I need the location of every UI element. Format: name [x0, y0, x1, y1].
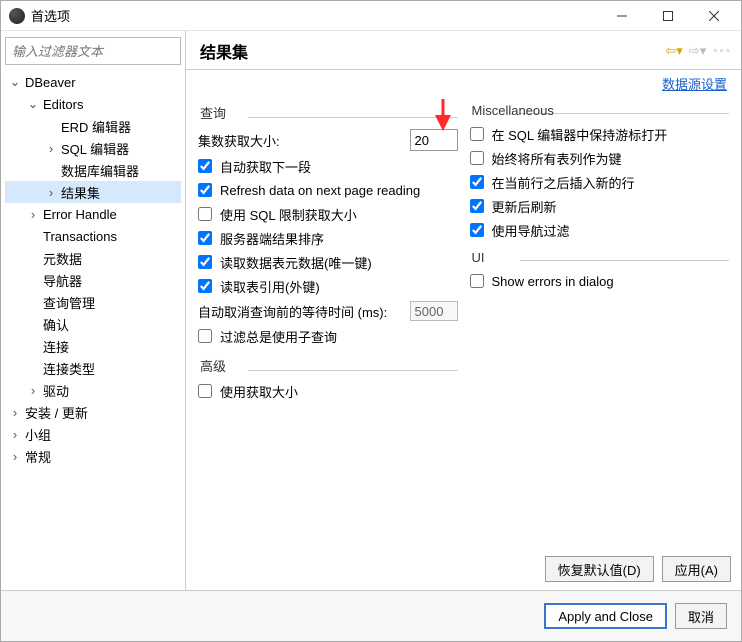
tree-item-dbeaver[interactable]: ⌄DBeaver: [5, 71, 181, 93]
server-side-sort-label: 服务器端结果排序: [220, 229, 324, 248]
tree-item-driver[interactable]: ›驱动: [5, 379, 181, 401]
use-nav-filter-checkbox[interactable]: [470, 223, 484, 237]
cancel-wait-label: 自动取消查询前的等待时间 (ms):: [198, 302, 410, 321]
all-rows-key-checkbox[interactable]: [470, 151, 484, 165]
insert-after-checkbox[interactable]: [470, 175, 484, 189]
chevron-down-icon: ⌄: [9, 76, 21, 88]
filter-subquery-checkbox[interactable]: [198, 329, 212, 343]
chevron-right-icon: ›: [27, 208, 39, 220]
chevron-right-icon: ›: [9, 428, 21, 440]
tree-item-metadata[interactable]: 元数据: [5, 247, 181, 269]
show-errors-dialog-checkbox[interactable]: [470, 274, 484, 288]
tree-item-install[interactable]: ›安装 / 更新: [5, 401, 181, 423]
tree-item-errorhandle[interactable]: ›Error Handle: [5, 203, 181, 225]
use-sql-limit-checkbox[interactable]: [198, 207, 212, 221]
refresh-next-page-label: Refresh data on next page reading: [220, 183, 420, 198]
use-nav-filter-label: 使用导航过滤: [492, 221, 570, 240]
read-table-meta-label: 读取数据表元数据(唯一键): [220, 253, 372, 272]
refresh-next-page-checkbox[interactable]: [198, 183, 212, 197]
group-misc: Miscellaneous 在 SQL 编辑器中保持游标打开 始终将所有表列作为…: [470, 103, 730, 242]
tree-item-group[interactable]: ›小组: [5, 423, 181, 445]
tree-item-resultset[interactable]: ›结果集: [5, 181, 181, 203]
auto-fetch-next-label: 自动获取下一段: [220, 157, 311, 176]
cancel-button[interactable]: 取消: [675, 603, 727, 629]
chevron-right-icon: ›: [27, 384, 39, 396]
group-title-query: 查询: [200, 103, 458, 122]
forward-icon[interactable]: ⇨▾: [689, 43, 706, 59]
tree-item-sql[interactable]: ›SQL 编辑器: [5, 137, 181, 159]
server-side-sort-checkbox[interactable]: [198, 231, 212, 245]
tree-item-confirm[interactable]: 确认: [5, 313, 181, 335]
menu-dots-icon[interactable]: ∘∘∘: [712, 46, 731, 57]
group-title-misc: Miscellaneous: [472, 103, 730, 118]
read-table-ref-label: 读取表引用(外键): [220, 277, 320, 296]
group-ui: UI Show errors in dialog: [470, 250, 730, 293]
tree-item-navigator[interactable]: 导航器: [5, 269, 181, 291]
chevron-down-icon: ⌄: [27, 98, 39, 110]
titlebar: 首选项: [1, 1, 741, 31]
tree-item-conntype[interactable]: 连接类型: [5, 357, 181, 379]
fetch-size-input[interactable]: [410, 129, 458, 151]
keep-cursor-checkbox[interactable]: [470, 127, 484, 141]
all-rows-key-label: 始终将所有表列作为键: [492, 149, 622, 168]
app-icon: [9, 8, 25, 24]
back-icon[interactable]: ⇦▾: [665, 43, 682, 59]
close-button[interactable]: [691, 1, 737, 31]
sidebar: ⌄DBeaver ⌄Editors ERD 编辑器 ›SQL 编辑器 数据库编辑…: [1, 31, 186, 590]
maximize-button[interactable]: [645, 1, 691, 31]
apply-button[interactable]: 应用(A): [662, 556, 731, 582]
group-title-ui: UI: [472, 250, 730, 265]
use-fetch-size-checkbox[interactable]: [198, 384, 212, 398]
chevron-right-icon: ›: [45, 186, 57, 198]
filter-input[interactable]: [5, 37, 181, 65]
group-query: 查询 集数获取大小: 自动获取下一段 Refresh data on next …: [198, 103, 458, 348]
read-table-ref-checkbox[interactable]: [198, 279, 212, 293]
chevron-right-icon: ›: [9, 406, 21, 418]
restore-defaults-button[interactable]: 恢复默认值(D): [545, 556, 654, 582]
refresh-after-label: 更新后刷新: [492, 197, 557, 216]
window-title: 首选项: [31, 6, 70, 25]
datasource-settings-link[interactable]: 数据源设置: [186, 70, 741, 99]
content-panel: 结果集 ⇦▾ ⇨▾ ∘∘∘ 数据源设置 查询 集数获取大小:: [186, 31, 741, 590]
fetch-size-label: 集数获取大小:: [198, 131, 280, 150]
filter-subquery-label: 过滤总是使用子查询: [220, 327, 337, 346]
chevron-right-icon: ›: [45, 142, 57, 154]
tree-item-connect[interactable]: 连接: [5, 335, 181, 357]
tree-item-transactions[interactable]: Transactions: [5, 225, 181, 247]
read-table-meta-checkbox[interactable]: [198, 255, 212, 269]
dialog-footer: Apply and Close 取消: [1, 590, 741, 641]
cancel-wait-input[interactable]: [410, 301, 458, 321]
minimize-button[interactable]: [599, 1, 645, 31]
tree-item-editors[interactable]: ⌄Editors: [5, 93, 181, 115]
tree-item-dbeditor[interactable]: 数据库编辑器: [5, 159, 181, 181]
tree-item-erd[interactable]: ERD 编辑器: [5, 115, 181, 137]
chevron-right-icon: ›: [9, 450, 21, 462]
tree-item-general[interactable]: ›常规: [5, 445, 181, 467]
page-title: 结果集: [200, 39, 248, 63]
show-errors-dialog-label: Show errors in dialog: [492, 274, 614, 289]
group-title-advanced: 高级: [200, 356, 458, 375]
tree-item-querymgr[interactable]: 查询管理: [5, 291, 181, 313]
group-advanced: 高级 使用获取大小: [198, 356, 458, 403]
apply-close-button[interactable]: Apply and Close: [544, 603, 667, 629]
use-fetch-size-label: 使用获取大小: [220, 382, 298, 401]
insert-after-label: 在当前行之后插入新的行: [492, 173, 635, 192]
tree: ⌄DBeaver ⌄Editors ERD 编辑器 ›SQL 编辑器 数据库编辑…: [5, 71, 181, 467]
refresh-after-checkbox[interactable]: [470, 199, 484, 213]
use-sql-limit-label: 使用 SQL 限制获取大小: [220, 205, 357, 224]
keep-cursor-label: 在 SQL 编辑器中保持游标打开: [492, 125, 668, 144]
nav-history: ⇦▾ ⇨▾ ∘∘∘: [665, 43, 731, 59]
auto-fetch-next-checkbox[interactable]: [198, 159, 212, 173]
